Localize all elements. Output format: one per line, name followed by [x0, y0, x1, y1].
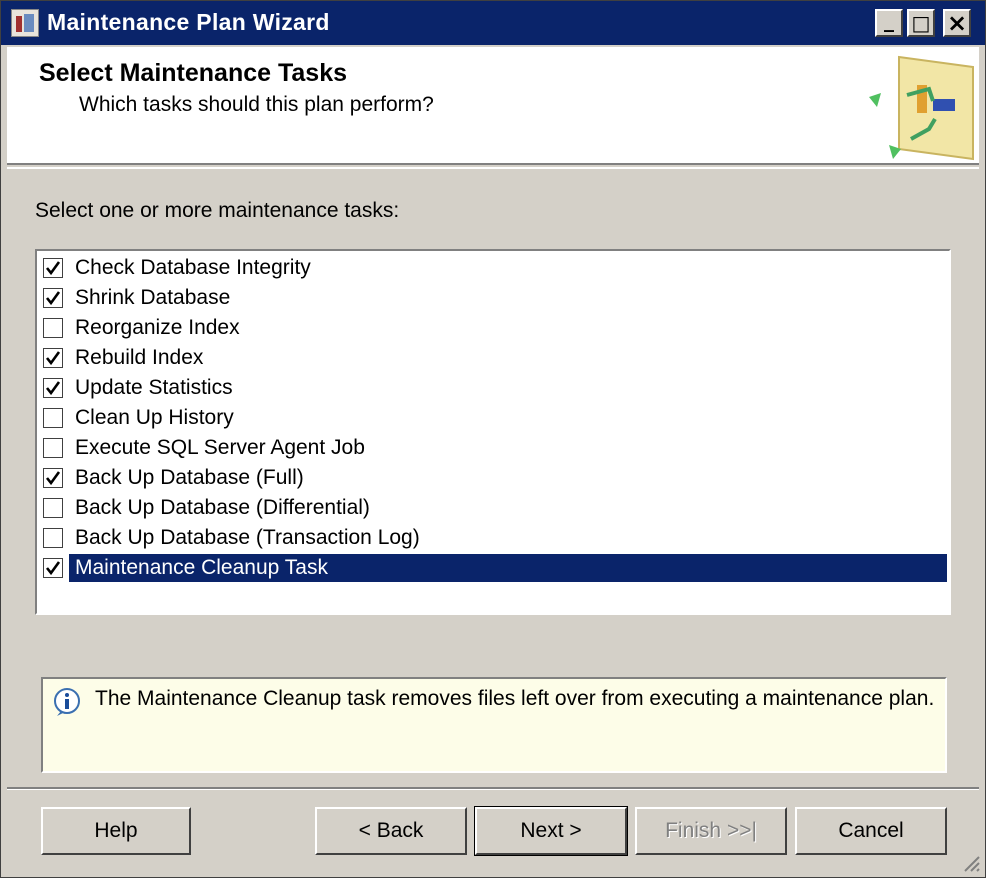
wizard-header: Select Maintenance Tasks Which tasks sho… — [7, 47, 979, 165]
task-label: Reorganize Index — [75, 316, 240, 339]
help-button-label: Help — [94, 819, 138, 842]
wizard-graphic-icon — [869, 55, 974, 161]
window-title: Maintenance Plan Wizard — [47, 9, 330, 35]
checkmark-icon — [45, 351, 61, 366]
minimize-icon: _ — [884, 8, 894, 32]
help-button[interactable]: Help — [41, 807, 191, 855]
wizard-window: Maintenance Plan Wizard _ □ × Select Mai… — [0, 0, 986, 878]
task-description-panel: The Maintenance Cleanup task removes fil… — [41, 677, 947, 773]
task-item[interactable]: Back Up Database (Full) — [37, 463, 949, 493]
task-item[interactable]: Reorganize Index — [37, 313, 949, 343]
task-checkbox[interactable] — [43, 498, 63, 518]
cancel-button-label: Cancel — [838, 819, 904, 842]
task-label: Rebuild Index — [75, 346, 204, 369]
task-checkbox[interactable] — [43, 288, 63, 308]
task-item[interactable]: Shrink Database — [37, 283, 949, 313]
task-item[interactable]: Rebuild Index — [37, 343, 949, 373]
close-icon: × — [946, 9, 968, 37]
task-checklist[interactable]: Check Database Integrity Shrink Database R… — [35, 249, 951, 615]
button-separator — [7, 787, 979, 790]
back-button-label: < Back — [358, 819, 424, 842]
header-separator — [7, 167, 979, 169]
minimize-button[interactable]: _ — [875, 9, 903, 37]
task-label: Maintenance Cleanup Task — [69, 554, 947, 582]
task-label: Back Up Database (Differential) — [75, 496, 370, 519]
task-list-label: Select one or more maintenance tasks: — [35, 199, 400, 222]
checkmark-icon — [45, 381, 61, 396]
maximize-button[interactable]: □ — [907, 9, 935, 37]
task-label: Update Statistics — [75, 376, 233, 399]
next-button[interactable]: Next > — [474, 806, 628, 856]
task-label: Clean Up History — [75, 406, 234, 429]
task-checkbox[interactable] — [43, 258, 63, 278]
task-label: Shrink Database — [75, 286, 231, 309]
checkmark-icon — [45, 471, 61, 486]
task-checkbox[interactable] — [43, 348, 63, 368]
task-item[interactable]: Check Database Integrity — [37, 253, 949, 283]
back-button[interactable]: < Back — [315, 807, 467, 855]
checkmark-icon — [45, 261, 61, 276]
task-checkbox[interactable] — [43, 318, 63, 338]
task-item[interactable]: Back Up Database (Differential) — [37, 493, 949, 523]
task-checkbox[interactable] — [43, 378, 63, 398]
task-item[interactable]: Update Statistics — [37, 373, 949, 403]
task-label: Execute SQL Server Agent Job — [75, 436, 365, 459]
task-label: Back Up Database (Full) — [75, 466, 304, 489]
task-checkbox[interactable] — [43, 468, 63, 488]
task-checkbox[interactable] — [43, 528, 63, 548]
finish-button[interactable]: Finish >>| — [635, 807, 787, 855]
task-label: Check Database Integrity — [75, 256, 311, 279]
task-checkbox[interactable] — [43, 558, 63, 578]
finish-button-label: Finish — [665, 819, 727, 842]
checkmark-icon — [45, 561, 61, 576]
task-description-text: The Maintenance Cleanup task removes fil… — [95, 687, 935, 710]
task-checkbox[interactable] — [43, 408, 63, 428]
finish-button-suffix: >>| — [726, 819, 757, 842]
task-item[interactable]: Maintenance Cleanup Task — [37, 553, 949, 583]
next-button-label: Next > — [520, 819, 582, 842]
cancel-button[interactable]: Cancel — [795, 807, 947, 855]
resize-grip-icon[interactable] — [961, 853, 981, 873]
task-item[interactable]: Execute SQL Server Agent Job — [37, 433, 949, 463]
task-checkbox[interactable] — [43, 438, 63, 458]
task-item[interactable]: Back Up Database (Transaction Log) — [37, 523, 949, 553]
checkmark-icon — [45, 291, 61, 306]
page-subtitle: Which tasks should this plan perform? — [79, 93, 434, 116]
info-icon — [54, 688, 80, 716]
app-icon — [11, 9, 39, 37]
task-item[interactable]: Clean Up History — [37, 403, 949, 433]
task-label: Back Up Database (Transaction Log) — [75, 526, 420, 549]
close-button[interactable]: × — [943, 9, 971, 37]
maximize-icon: □ — [911, 11, 931, 35]
title-bar[interactable]: Maintenance Plan Wizard _ □ × — [1, 1, 985, 45]
page-title: Select Maintenance Tasks — [39, 59, 348, 87]
